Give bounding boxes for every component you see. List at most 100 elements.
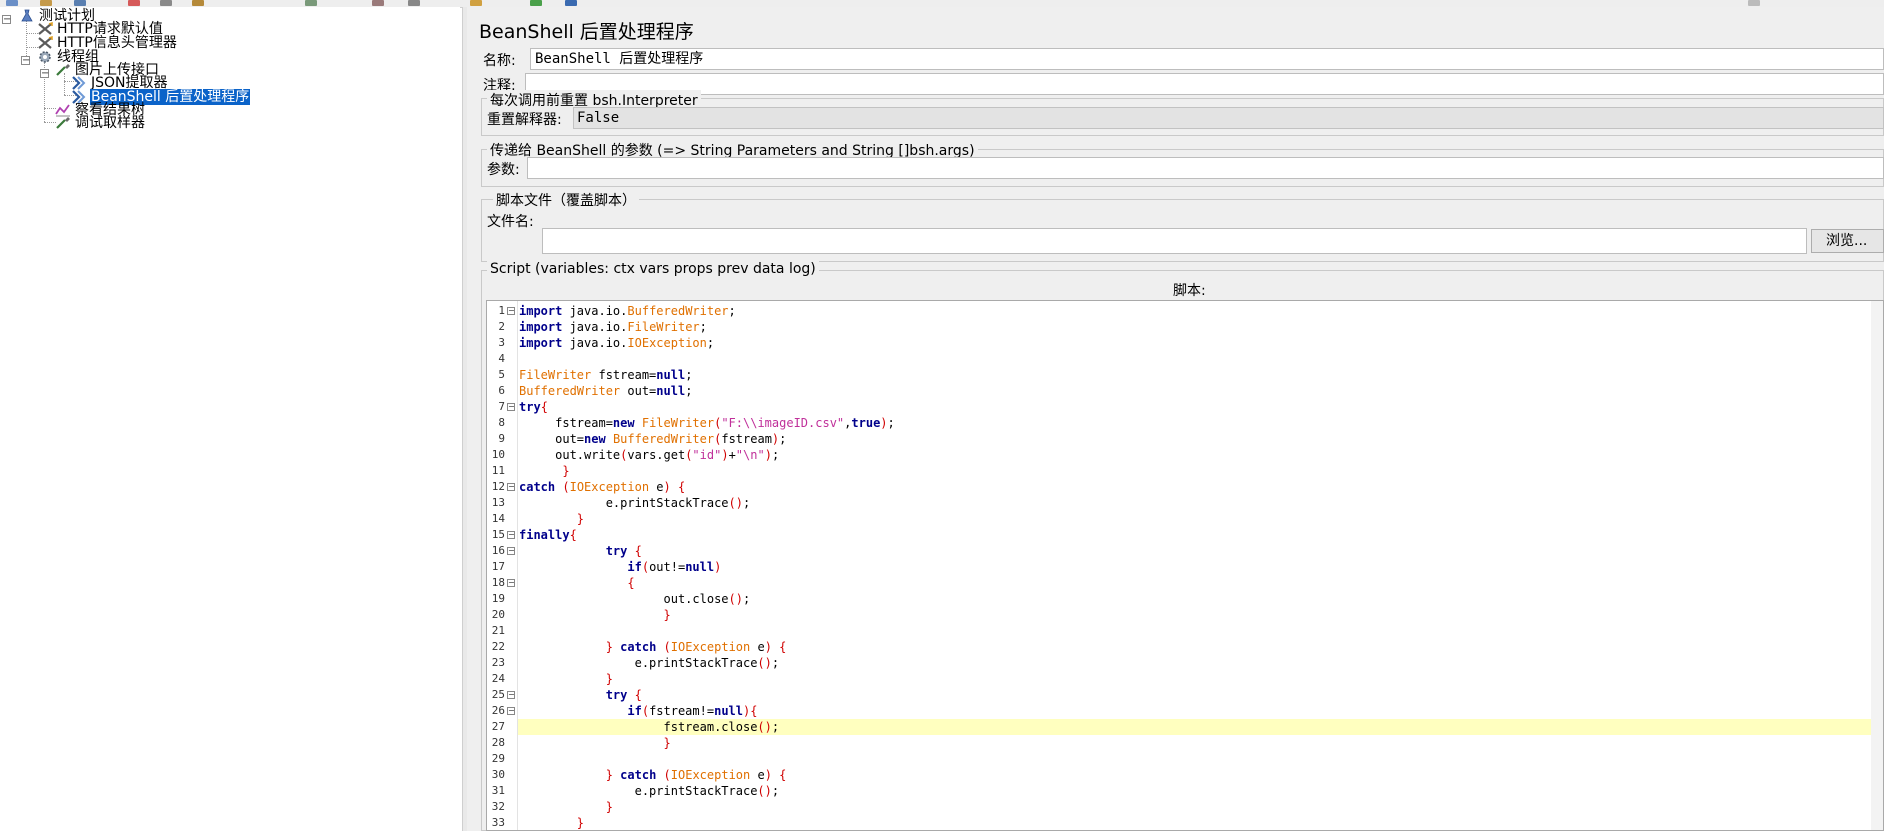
toolbar-icon-start[interactable] — [470, 0, 482, 6]
line-number: 19 — [491, 592, 505, 605]
tree-node-debug-sampler[interactable]: 调试取样器 — [54, 115, 146, 131]
toolbar-icon-clear[interactable] — [1748, 0, 1760, 6]
fold-toggle-icon[interactable]: − — [507, 531, 515, 539]
line-number: 11 — [491, 464, 505, 477]
line-number: 33 — [491, 816, 505, 829]
toolbar-icon-new[interactable] — [6, 0, 18, 6]
code-line[interactable]: import java.io.IOException; — [519, 335, 714, 351]
script-editor[interactable]: 1−2 3 4 5 6 7−8 9 10 11 12−13 14 15−16−17 18−19 20 21 2… — [486, 300, 1884, 831]
code-line[interactable]: e.printStackTrace(); — [519, 783, 780, 799]
toolbar-icon-paste[interactable] — [192, 0, 204, 6]
tree-toggle-collapse[interactable]: − — [40, 69, 49, 79]
code-line[interactable]: try { — [519, 687, 642, 703]
line-number: 27 — [491, 720, 505, 733]
config-tools-icon — [36, 21, 54, 36]
parameters-field[interactable] — [527, 157, 1884, 179]
code-line[interactable]: try{ — [519, 399, 548, 415]
toolbar-icon-save[interactable] — [74, 0, 86, 6]
tree-toggle-collapse[interactable]: − — [2, 15, 11, 25]
line-number: 6 — [498, 384, 505, 397]
code-line[interactable]: } — [519, 815, 584, 830]
filename-label: 文件名: — [487, 214, 534, 230]
code-line[interactable]: e.printStackTrace(); — [519, 495, 751, 511]
code-line[interactable]: import java.io.BufferedWriter; — [519, 303, 736, 319]
code-line[interactable]: } — [519, 671, 613, 687]
line-number: 3 — [498, 336, 505, 349]
toolbar-icon-toggle[interactable] — [408, 0, 420, 6]
code-line[interactable]: fstream=new FileWriter("F:\\imageID.csv"… — [519, 415, 895, 431]
line-number: 29 — [491, 752, 505, 765]
line-number: 22 — [491, 640, 505, 653]
line-number: 28 — [491, 736, 505, 749]
fold-toggle-icon[interactable]: − — [507, 579, 515, 587]
fold-toggle-icon[interactable]: − — [507, 483, 515, 491]
toolbar-icon-stop[interactable] — [565, 0, 577, 6]
code-line[interactable]: } — [519, 607, 671, 623]
fold-toggle-icon[interactable]: − — [507, 547, 515, 555]
fold-toggle-icon[interactable]: − — [507, 691, 515, 699]
script-group-title: Script (variables: ctx vars props prev d… — [487, 261, 819, 277]
toolbar-icon-collapse[interactable] — [372, 0, 384, 6]
code-line[interactable]: } catch (IOException e) { — [519, 767, 787, 783]
tree-node-label: 调试取样器 — [75, 115, 145, 131]
line-number: 15 — [491, 528, 505, 541]
code-line[interactable]: FileWriter fstream=null; — [519, 367, 692, 383]
line-number: 4 — [498, 352, 505, 365]
code-line[interactable]: } — [519, 511, 584, 527]
toolbar-icon-start-no-pause[interactable] — [530, 0, 542, 6]
line-number: 2 — [498, 320, 505, 333]
fold-toggle-icon[interactable]: − — [507, 403, 515, 411]
line-number: 16 — [491, 544, 505, 557]
name-label: 名称: — [483, 53, 516, 69]
script-file-group-title: 脚本文件（覆盖脚本） — [493, 190, 639, 210]
toolbar-icon-open[interactable] — [40, 0, 52, 6]
line-number: 12 — [491, 480, 505, 493]
code-line[interactable]: } — [519, 463, 569, 479]
code-line[interactable]: { — [519, 575, 634, 591]
line-number: 1 — [498, 304, 505, 317]
line-number: 25 — [491, 688, 505, 701]
browse-button[interactable]: 浏览... — [1811, 229, 1884, 253]
line-number: 26 — [491, 704, 505, 717]
code-line[interactable]: catch (IOException e) { — [519, 479, 685, 495]
sampler-pipette-icon — [54, 116, 72, 130]
reset-interpreter-label: 重置解释器: — [487, 112, 562, 128]
code-line[interactable]: fstream.close(); — [519, 719, 779, 735]
script-header: 脚本: — [1173, 283, 1206, 299]
line-number: 8 — [498, 416, 505, 429]
code-line[interactable]: try { — [519, 543, 642, 559]
code-line[interactable]: } catch (IOException e) { — [519, 639, 787, 655]
toolbar-icon-expand[interactable] — [305, 0, 317, 6]
parameters-label: 参数: — [487, 162, 520, 178]
code-line[interactable]: finally{ — [519, 527, 577, 543]
code-line[interactable]: } — [519, 735, 671, 751]
code-line[interactable]: out.close(); — [519, 591, 750, 607]
reset-interpreter-select[interactable]: False — [573, 107, 1884, 129]
code-line[interactable]: if(out!=null) — [519, 559, 721, 575]
line-number: 21 — [491, 624, 505, 637]
code-line[interactable]: import java.io.FileWriter; — [519, 319, 707, 335]
line-number: 32 — [491, 800, 505, 813]
thread-group-gear-icon — [36, 50, 54, 64]
name-field[interactable]: BeanShell 后置处理程序 — [530, 48, 1884, 70]
code-line[interactable]: if(fstream!=null){ — [519, 703, 757, 719]
code-line[interactable]: BufferedWriter out=null; — [519, 383, 692, 399]
tree-toggle-collapse[interactable]: − — [21, 56, 30, 66]
line-number: 10 — [491, 448, 505, 461]
code-line[interactable]: } — [519, 799, 613, 815]
line-number: 24 — [491, 672, 505, 685]
toolbar-icon-copy[interactable] — [160, 0, 172, 6]
line-number: 31 — [491, 784, 505, 797]
toolbar-icon-cut[interactable] — [128, 0, 140, 6]
comment-field[interactable] — [525, 73, 1884, 95]
filename-field[interactable] — [542, 228, 1807, 254]
code-line[interactable]: out=new BufferedWriter(fstream); — [519, 431, 786, 447]
line-number: 20 — [491, 608, 505, 621]
test-plan-tree: − − − 测试计划 HTTP请求默认值 HTTP信息头管理器 线程组 图片上传… — [0, 7, 460, 831]
fold-toggle-icon[interactable]: − — [507, 307, 515, 315]
editor-scrollbar[interactable] — [1871, 301, 1883, 830]
fold-toggle-icon[interactable]: − — [507, 707, 515, 715]
line-number: 30 — [491, 768, 505, 781]
code-line[interactable]: out.write(vars.get("id")+"\n"); — [519, 447, 779, 463]
code-line[interactable]: e.printStackTrace(); — [519, 655, 780, 671]
